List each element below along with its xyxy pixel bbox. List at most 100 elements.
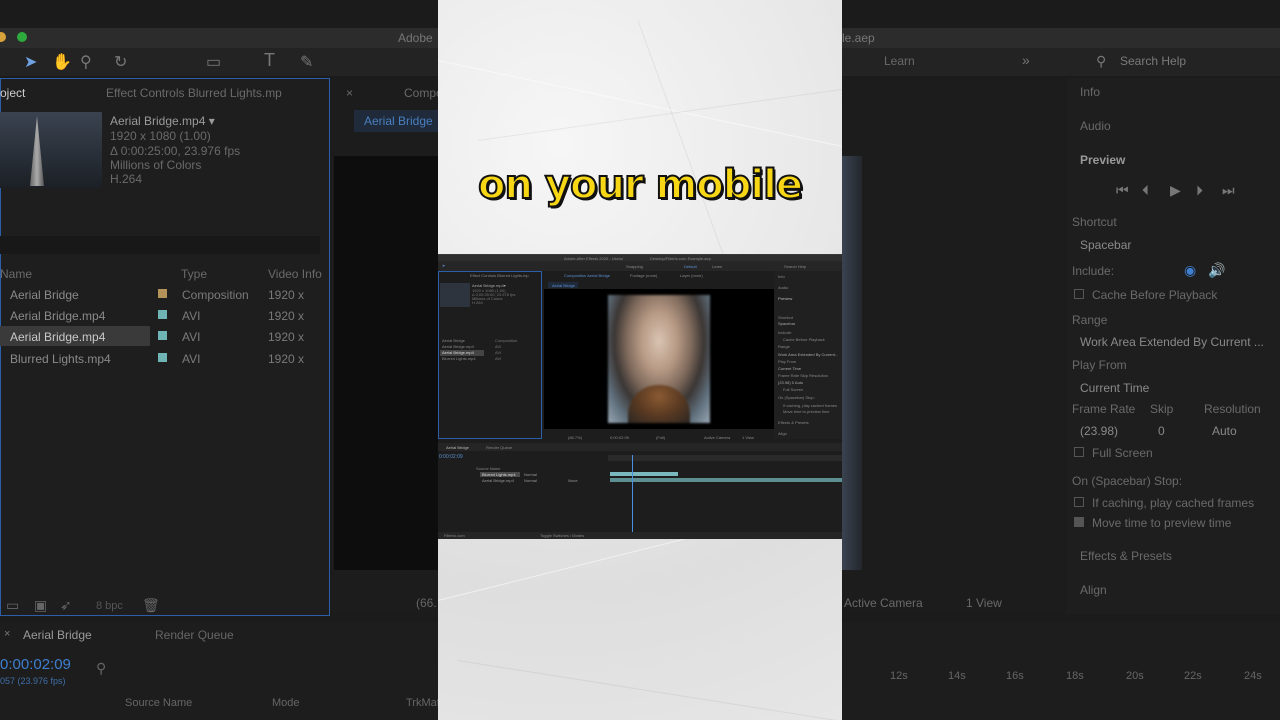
mini-right-item[interactable]: Move time to preview time [783,409,829,414]
mini-full[interactable]: (Full) [656,435,665,440]
tab-composition[interactable]: Compo [404,86,443,100]
mini-right-item[interactable]: Preview [778,296,792,301]
render-icon[interactable]: ➶ [60,597,72,614]
mini-comp-tab[interactable]: Composition Aerial Bridge [564,273,610,278]
mini-layer-mode[interactable]: Normal [524,478,537,483]
frame-rate-select[interactable]: (23.98) [1080,424,1118,438]
mini-time[interactable]: 0:00:02:09 [610,435,629,440]
mini-selection-tool-icon[interactable]: ➤ [442,263,445,268]
timeline-tab[interactable]: Aerial Bridge [23,628,92,642]
cache-checkbox[interactable] [1074,289,1084,299]
project-search-bar[interactable] [0,236,320,254]
text-tool-icon[interactable]: T [264,50,275,71]
close-timeline-icon[interactable]: × [4,628,10,640]
col-name[interactable]: Name [0,267,32,281]
include-video-icon[interactable]: ◉ [1184,262,1196,279]
resolution-select[interactable]: Auto [1212,424,1237,438]
mini-layer-tab[interactable]: Layer (none) [680,273,703,278]
rotate-tool-icon[interactable]: ↻ [114,52,127,72]
info-panel-title[interactable]: Info [1080,85,1100,99]
mini-project-item[interactable]: Aerial Bridge [442,338,465,343]
mini-snapping[interactable]: Snapping [626,264,643,269]
mini-playhead[interactable] [632,455,633,533]
mini-project-item[interactable]: Aerial Bridge.mp4 [442,350,474,355]
play-icon[interactable]: ▶ [1170,182,1181,199]
mini-trkmat[interactable]: None [568,478,578,483]
mini-project-item[interactable]: Blurred Lights.mp4 [442,356,476,361]
timeline-timecode[interactable]: 0:00:02:09 [0,656,71,673]
mini-zoom[interactable]: (66.7%) [568,435,582,440]
mini-right-item[interactable]: Info [778,274,785,279]
tab-effect-controls[interactable]: Effect Controls Blurred Lights.mp [106,86,282,100]
selection-tool-icon[interactable]: ➤ [24,52,37,72]
search-help-input[interactable]: Search Help [1120,54,1186,68]
shortcut-select[interactable]: Spacebar [1080,238,1131,252]
workspace-learn[interactable]: Learn [884,54,915,68]
mini-layer-1[interactable]: Blurred Lights.mp4 [482,472,516,477]
skip-select[interactable]: 0 [1158,424,1165,438]
search-icon[interactable]: ⚲ [1096,53,1106,70]
maximize-dot[interactable] [17,32,27,42]
mini-tl-tab[interactable]: Aerial Bridge [446,445,469,450]
full-screen-checkbox[interactable] [1074,447,1084,457]
mini-right-item[interactable]: Audio [778,285,788,290]
mini-right-item[interactable]: Spacebar [778,321,795,326]
col-type[interactable]: Type [181,267,207,281]
rectangle-tool-icon[interactable]: ▭ [206,52,221,72]
mini-right-item[interactable]: (23.98) 0 Auto [778,380,803,385]
hand-tool-icon[interactable]: ✋ [52,52,72,72]
brush-tool-icon[interactable]: ✎ [300,52,313,72]
prev-frame-icon[interactable]: ⏴ [1142,182,1149,199]
mini-right-item[interactable]: Align [778,431,787,436]
mini-default[interactable]: Default [684,264,697,269]
mini-layer-bar-1[interactable] [610,472,678,476]
include-audio-icon[interactable]: 🔊 [1208,262,1225,279]
mini-views[interactable]: 1 View [742,435,754,440]
close-tab-icon[interactable]: × [346,86,353,100]
mini-right-item[interactable]: Work Area Extended By Current... [778,352,838,357]
range-select[interactable]: Work Area Extended By Current ... [1080,335,1264,349]
mini-toggle-switches[interactable]: Toggle Switches / Modes [540,533,584,538]
mini-right-item[interactable]: Cache Before Playback [783,337,825,342]
mini-project-item[interactable]: Aerial Bridge.mp4 [442,344,474,349]
project-item-name[interactable]: Blurred Lights.mp4 [10,352,111,366]
mini-active-camera[interactable]: Active Camera [704,435,730,440]
mini-layer-2[interactable]: Aerial Bridge.mp4 [482,478,514,483]
mini-effect-controls-tab[interactable]: Effect Controls Blurred Lights.mp [470,273,529,278]
mini-learn[interactable]: Learn [712,264,722,269]
folder-icon[interactable]: ▭ [6,597,19,614]
mini-right-item[interactable]: If caching, play cached frames [783,403,837,408]
workspace-overflow-icon[interactable]: » [1022,52,1030,68]
mini-footage-tab[interactable]: Footage (none) [630,273,657,278]
render-queue-tab[interactable]: Render Queue [155,628,234,642]
zoom-level[interactable]: (66. [416,596,437,610]
bpc-indicator[interactable]: 8 bpc [96,600,123,612]
mini-right-item[interactable]: Effects & Presets [778,420,809,425]
tab-project[interactable]: oject [0,86,25,100]
zoom-tool-icon[interactable]: ⚲ [80,52,92,72]
audio-panel-title[interactable]: Audio [1080,119,1111,133]
last-frame-icon[interactable]: ⏭ [1222,182,1235,199]
mini-search-help[interactable]: Search Help [784,264,806,269]
project-item-name[interactable]: Aerial Bridge.mp4 [10,330,105,344]
preview-panel-title[interactable]: Preview [1080,153,1125,167]
mini-right-item[interactable]: Full Screen [783,387,803,392]
active-camera-select[interactable]: Active Camera [844,596,923,610]
mini-tl-render-tab[interactable]: Render Queue [486,445,512,450]
trash-icon[interactable]: 🗑 [142,597,160,614]
play-from-select[interactable]: Current Time [1080,381,1149,395]
mini-tl-time[interactable]: 0:00:02:09 [439,454,463,460]
mini-layer-bar-2[interactable] [610,478,842,482]
mini-right-item[interactable]: Current Time [778,366,801,371]
mini-layer-mode[interactable]: Normal [524,472,537,477]
move-time-checkbox[interactable] [1074,517,1084,527]
project-item-name[interactable]: Aerial Bridge.mp4 [10,309,105,323]
first-frame-icon[interactable]: ⏮ [1116,182,1129,199]
if-caching-checkbox[interactable] [1074,497,1084,507]
views-select[interactable]: 1 View [966,596,1002,610]
new-comp-icon[interactable]: ▣ [34,597,47,614]
col-video-info[interactable]: Video Info [268,267,322,281]
next-frame-icon[interactable]: ⏵ [1196,182,1203,199]
effects-presets-title[interactable]: Effects & Presets [1080,549,1172,563]
timeline-search-icon[interactable]: ⚲ [96,660,106,677]
